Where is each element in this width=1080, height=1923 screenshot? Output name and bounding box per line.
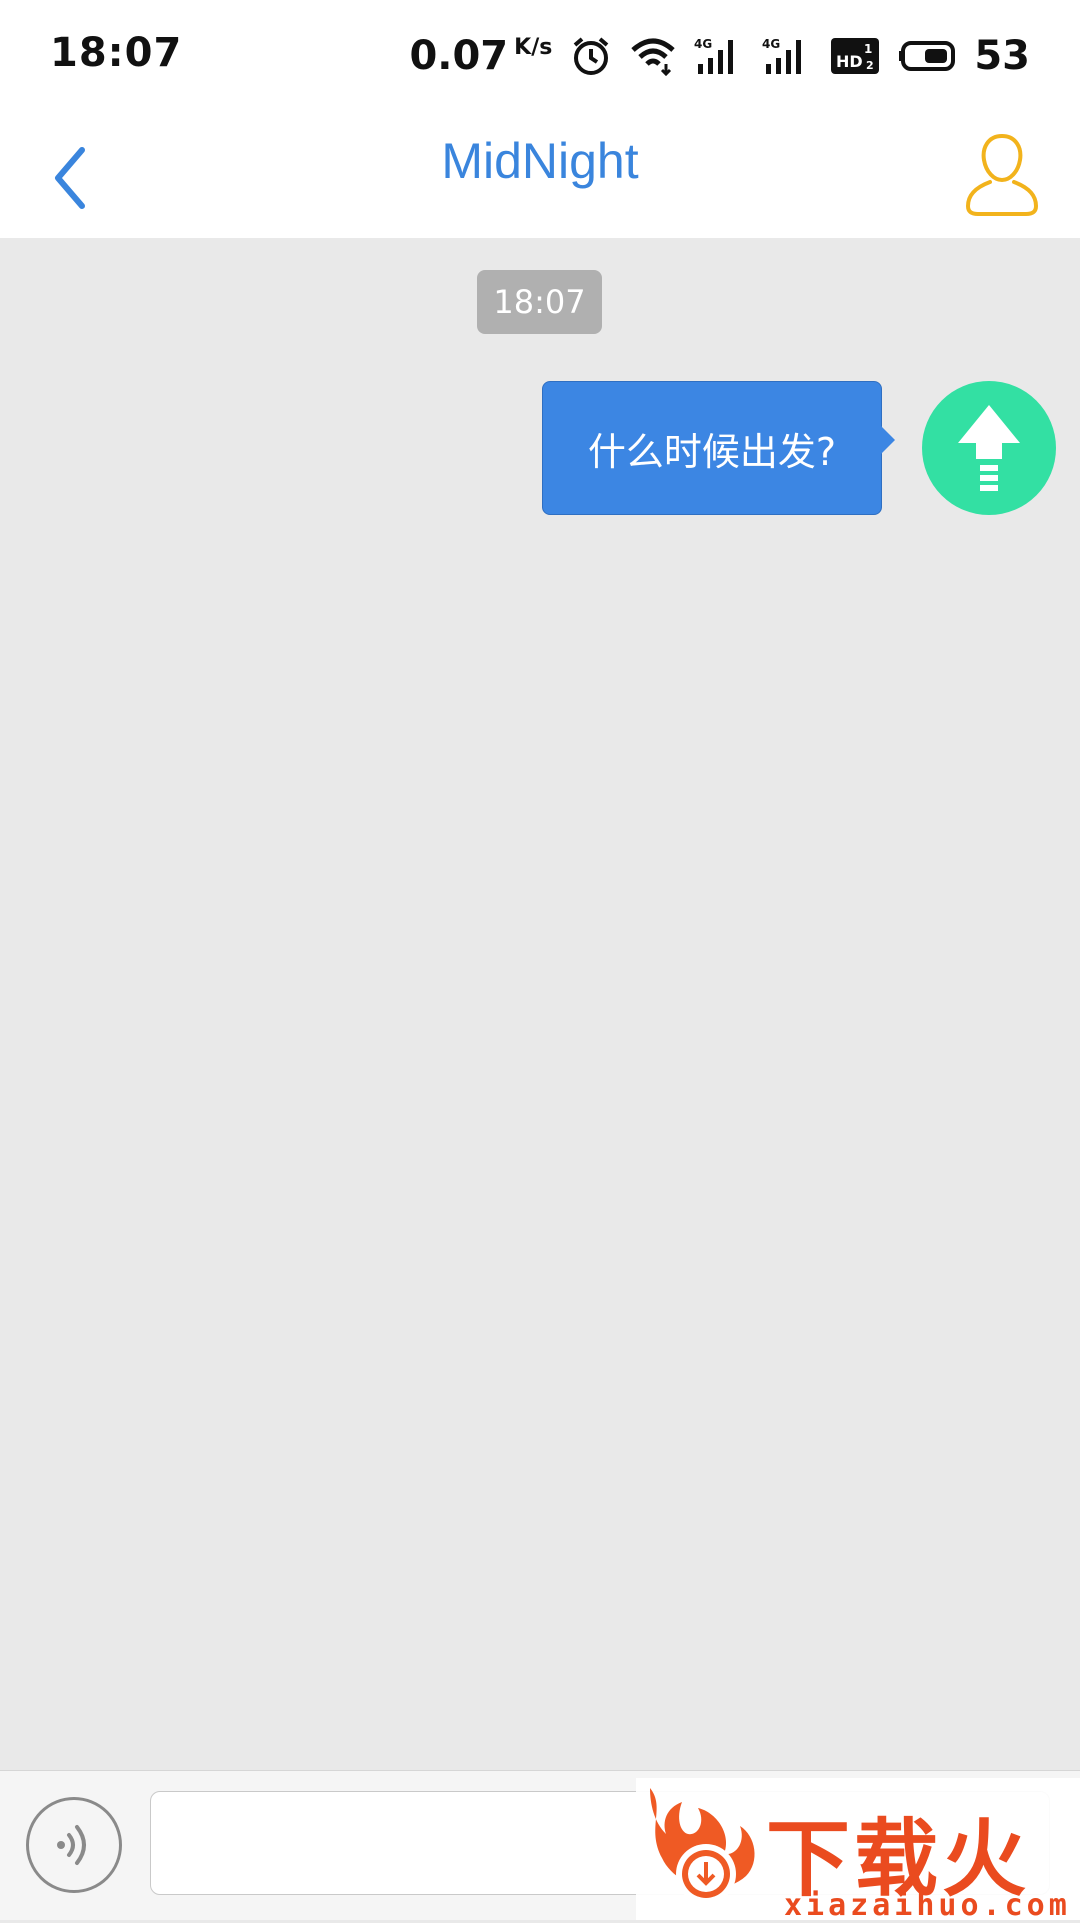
watermark-url: xiazaihuo.com [784, 1888, 1071, 1923]
network-speed-value: 0.07 [409, 33, 509, 79]
status-time: 18:07 [50, 30, 183, 76]
status-bar: 18:07 0.07 K/s 4G 4G HD 1 2 53 [0, 0, 1080, 110]
hd-icon: HD 1 2 [830, 37, 880, 75]
svg-text:HD: HD [836, 52, 863, 71]
alarm-icon [570, 35, 612, 77]
svg-text:2: 2 [866, 59, 874, 72]
wifi-icon [630, 36, 676, 76]
battery-level: 53 [974, 33, 1030, 79]
svg-text:4G: 4G [694, 37, 712, 51]
signal-4g-icon: 4G [694, 36, 744, 76]
upload-arrow-icon [958, 405, 1020, 491]
chat-area[interactable]: 18:07 什么时候出发? [0, 238, 1080, 1770]
message-timestamp: 18:07 [477, 270, 602, 334]
voice-button[interactable] [26, 1797, 122, 1893]
chat-header: MidNight [0, 110, 1080, 238]
user-outline-icon [965, 133, 1039, 216]
flame-logo-icon [650, 1788, 755, 1904]
watermark-logo: 下载火 xiazaihuo.com [636, 1778, 1080, 1923]
network-speed: 0.07 K/s [409, 33, 552, 79]
avatar[interactable] [922, 381, 1056, 515]
network-speed-unit: K/s [514, 35, 553, 60]
page-title: MidNight [441, 133, 639, 189]
message-bubble[interactable]: 什么时候出发? [542, 381, 895, 515]
signal-4g-icon: 4G [762, 36, 812, 76]
profile-button[interactable] [960, 122, 1044, 218]
svg-text:4G: 4G [762, 37, 780, 51]
battery-icon [898, 41, 956, 71]
message-row: 什么时候出发? [0, 381, 1080, 521]
status-indicators: 0.07 K/s 4G 4G HD 1 2 53 [409, 26, 1030, 86]
voice-icon [57, 1825, 86, 1865]
svg-text:1: 1 [864, 42, 872, 56]
